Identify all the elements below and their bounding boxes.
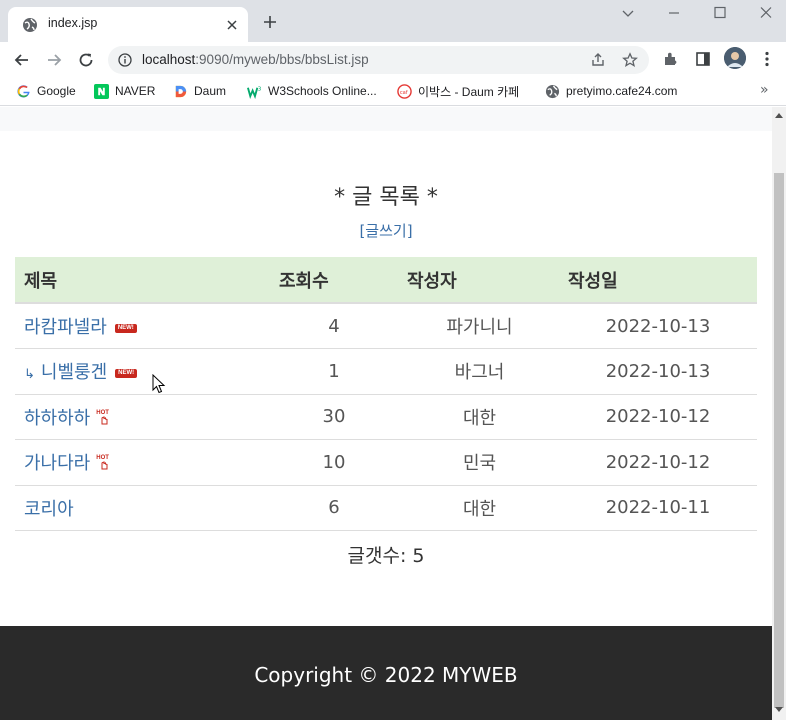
post-views: 10	[268, 439, 400, 486]
url-text: localhost:9090/myweb/bbs/bbsList.jsp	[142, 52, 369, 67]
post-table: 제목 조회수 작성자 작성일 라캄파넬라 NEW! 4 파가니니 2022-10-…	[15, 257, 757, 531]
scroll-down-arrow-icon[interactable]	[775, 707, 783, 712]
post-views: 30	[268, 394, 400, 440]
mouse-cursor-icon	[152, 374, 166, 394]
page-title: * 글 목록 *	[334, 185, 438, 210]
header-writer: 작성자	[400, 257, 559, 304]
new-badge-icon: NEW!	[115, 368, 138, 378]
post-writer: 민국	[400, 439, 559, 486]
post-writer: 대한	[400, 485, 559, 531]
more-bookmarks-button[interactable]: »	[760, 82, 769, 98]
post-writer: 대한	[400, 394, 559, 440]
scroll-up-arrow-icon[interactable]	[775, 113, 783, 118]
reload-icon[interactable]	[77, 51, 95, 69]
new-tab-icon[interactable]	[262, 14, 278, 30]
table-row: 하하하하 HOT 30 대한 2022-10-12	[15, 394, 757, 440]
post-date: 2022-10-12	[559, 439, 757, 486]
post-views: 1	[268, 348, 400, 395]
post-title-cell: 가나다라 HOT	[15, 439, 268, 486]
menu-kebab-icon[interactable]	[758, 50, 776, 68]
post-title-link[interactable]: 니벨룽겐	[41, 362, 107, 383]
browser-toolbar: localhost:9090/myweb/bbs/bbsList.jsp	[0, 42, 786, 76]
hot-badge-icon: HOT	[96, 410, 112, 428]
maximize-icon[interactable]	[710, 4, 730, 22]
post-date: 2022-10-11	[559, 485, 757, 531]
table-row: 가나다라 HOT 10 민국 2022-10-12	[15, 439, 757, 486]
globe-icon	[544, 83, 560, 99]
bookmark-cafe[interactable]: caf 이박스 - Daum 카페	[396, 82, 519, 100]
tab-strip: index.jsp	[0, 0, 786, 42]
bookmark-daum[interactable]: Daum	[172, 82, 226, 100]
bookmark-google[interactable]: Google	[15, 82, 76, 100]
svg-text:caf: caf	[399, 89, 407, 95]
minimize-icon[interactable]	[664, 4, 684, 22]
new-badge-icon: NEW!	[114, 323, 137, 333]
page-viewport: * 글 목록 * [글쓰기] 제목 조회수 작성자 작성일 라캄파넬라 NEW! …	[0, 107, 772, 720]
post-date: 2022-10-13	[559, 303, 757, 349]
daum-icon	[172, 83, 188, 99]
post-views: 4	[268, 303, 400, 349]
profile-avatar[interactable]	[724, 47, 746, 69]
post-title-link[interactable]: 하하하하	[24, 408, 90, 429]
header-title: 제목	[15, 257, 268, 304]
side-panel-icon[interactable]	[694, 50, 712, 68]
post-writer: 파가니니	[400, 303, 559, 349]
post-views: 6	[268, 485, 400, 531]
browser-tab[interactable]: index.jsp	[8, 7, 248, 42]
google-icon	[15, 83, 31, 99]
post-writer: 바그너	[400, 348, 559, 395]
header-band	[0, 107, 772, 131]
share-icon[interactable]	[590, 52, 606, 68]
avatar-image	[724, 47, 746, 69]
post-count: 글갯수: 5	[347, 545, 425, 567]
tab-title: index.jsp	[48, 16, 98, 30]
close-window-icon[interactable]	[756, 4, 776, 22]
svg-text:3: 3	[257, 86, 261, 92]
back-icon[interactable]	[13, 51, 31, 69]
table-header-row: 제목 조회수 작성자 작성일	[15, 257, 757, 304]
table-row: 코리아 6 대한 2022-10-11	[15, 485, 757, 531]
bookmarks-bar: Google NAVER Daum 3 W3Schools Online... …	[0, 76, 786, 106]
post-date: 2022-10-13	[559, 348, 757, 395]
naver-icon	[93, 83, 109, 99]
write-post-link[interactable]: [글쓰기]	[0, 220, 772, 241]
reply-arrow-icon: ↳	[24, 367, 35, 383]
table-row: ↳ 니벨룽겐 NEW! 1 바그너 2022-10-13	[15, 348, 757, 395]
star-icon[interactable]	[622, 52, 638, 68]
post-title-cell: 하하하하 HOT	[15, 394, 268, 440]
post-title-cell: ↳ 니벨룽겐 NEW!	[15, 348, 268, 395]
info-icon[interactable]	[118, 53, 132, 67]
forward-icon[interactable]	[45, 51, 63, 69]
cafe-icon: caf	[396, 83, 412, 99]
extensions-icon[interactable]	[662, 50, 680, 68]
post-title-link[interactable]: 라캄파넬라	[24, 317, 107, 338]
vertical-scrollbar[interactable]	[772, 107, 786, 720]
copyright-text: Copyright © 2022 MYWEB	[254, 663, 518, 687]
post-title-cell: 라캄파넬라 NEW!	[15, 303, 268, 349]
address-bar[interactable]: localhost:9090/myweb/bbs/bbsList.jsp	[108, 46, 649, 74]
post-date: 2022-10-12	[559, 394, 757, 440]
bookmark-pretyimo[interactable]: pretyimo.cafe24.com	[544, 82, 677, 100]
hot-badge-icon: HOT	[96, 455, 112, 473]
scrollbar-thumb[interactable]	[774, 173, 784, 708]
page-footer: Copyright © 2022 MYWEB	[0, 626, 772, 720]
post-title-cell: 코리아	[15, 485, 268, 531]
close-tab-icon[interactable]	[224, 17, 240, 33]
header-date: 작성일	[559, 257, 757, 304]
w3schools-icon: 3	[246, 83, 262, 99]
bookmark-naver[interactable]: NAVER	[93, 82, 155, 100]
post-title-link[interactable]: 가나다라	[24, 453, 90, 474]
post-title-link[interactable]: 코리아	[24, 499, 74, 520]
header-views: 조회수	[268, 257, 400, 304]
globe-icon	[23, 18, 37, 32]
tab-search-icon[interactable]	[618, 4, 638, 22]
table-row: 라캄파넬라 NEW! 4 파가니니 2022-10-13	[15, 303, 757, 349]
bookmark-w3schools[interactable]: 3 W3Schools Online...	[246, 82, 377, 100]
